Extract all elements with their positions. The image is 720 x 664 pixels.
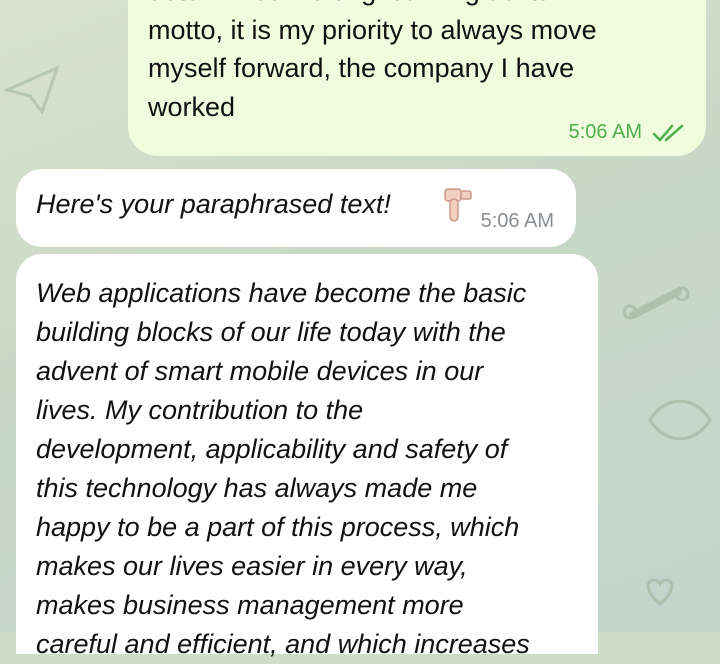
incoming-message-time: 5:06 AM — [480, 210, 554, 232]
incoming-line: development, applicability and safety of — [36, 434, 508, 464]
incoming-line: Web applications have become the basic — [36, 278, 527, 308]
bone-icon — [622, 286, 690, 320]
incoming-line: careful and efficient, and which increas… — [36, 629, 530, 659]
incoming-line: makes our lives easier in every way, — [36, 551, 468, 581]
outgoing-line: motto, it is my priority to always move — [148, 14, 597, 45]
incoming-message-bubble[interactable]: Here's your paraphrased text! 5:06 AM — [16, 169, 576, 247]
outgoing-line: myself forward, the company I have — [148, 53, 575, 83]
incoming-line: building blocks of our life today with t… — [36, 317, 506, 347]
outgoing-message-meta: 5:06 AM — [569, 121, 686, 144]
double-check-icon — [652, 124, 684, 141]
heart-icon — [646, 578, 674, 606]
incoming-message-text: Here's your paraphrased text! — [36, 189, 391, 219]
fish-doodle-icon — [648, 399, 712, 441]
incoming-line: makes business management more — [36, 590, 464, 620]
incoming-line: lives. My contribution to the — [36, 395, 364, 425]
incoming-line: this technology has always made me — [36, 473, 478, 503]
outgoing-message-bubble[interactable]: determined lifelong learning as its mott… — [128, 0, 706, 156]
outgoing-message-time: 5:06 AM — [568, 121, 642, 143]
incoming-line: happy to be a part of this process, whic… — [36, 512, 520, 542]
outgoing-message-text: determined lifelong learning as its mott… — [148, 0, 668, 126]
outgoing-line: determined lifelong learning as its — [148, 0, 668, 11]
incoming-message-text: Web applications have become the basic b… — [36, 274, 586, 664]
incoming-line: advent of smart mobile devices in our — [36, 356, 484, 386]
paper-plane-icon — [2, 65, 60, 116]
pointing-down-hand-icon — [444, 188, 472, 222]
incoming-message-bubble[interactable]: Web applications have become the basic b… — [16, 254, 598, 659]
